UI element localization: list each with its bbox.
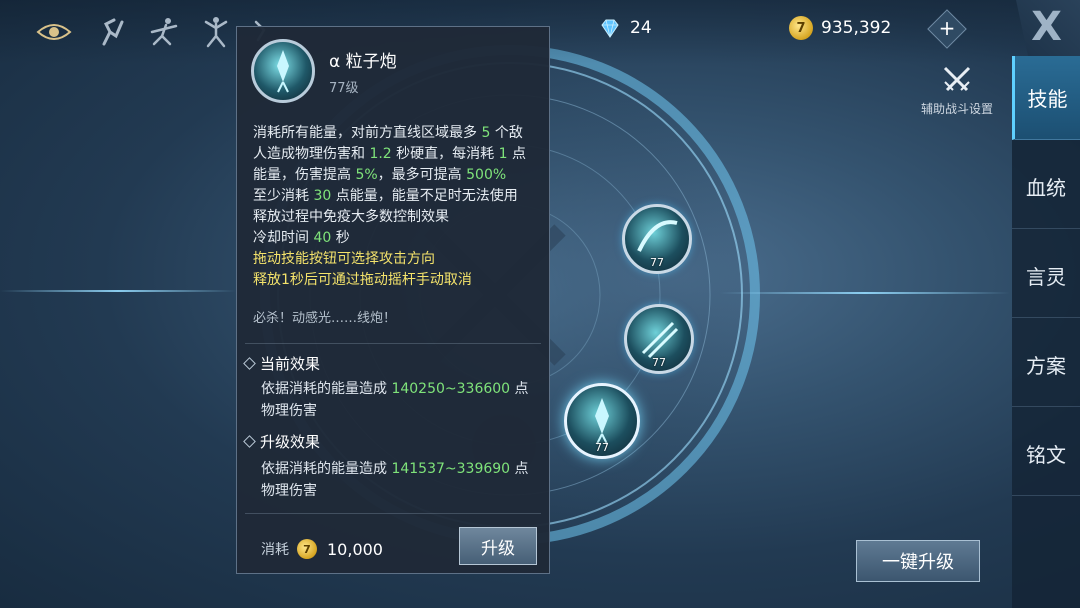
skill-orb-2[interactable]: 77 (624, 304, 694, 374)
upgrade-cost: 消耗 7 10,000 (261, 539, 383, 559)
gold-coin-icon: 7 (789, 16, 813, 40)
skill-level-label: 77级 (329, 81, 359, 96)
light-streak-left (0, 290, 236, 292)
current-effect-body: 依据消耗的能量造成 140250~336600 点 物理伤害 (261, 381, 529, 419)
divider (245, 343, 541, 344)
gem-counter: 24 (598, 16, 652, 40)
cost-value: 10,000 (327, 539, 383, 559)
eye-icon[interactable] (34, 14, 74, 50)
assist-combat-settings-label: 辅助战斗设置 (920, 102, 993, 116)
light-streak-right (720, 292, 1010, 294)
gold-coin-icon: 7 (297, 539, 317, 559)
divider (245, 513, 541, 514)
skill-level: 77 (595, 441, 609, 454)
close-button[interactable]: X (1016, 0, 1080, 56)
upgrade-effect-body: 依据消耗的能量造成 141537~339690 点 物理伤害 (261, 461, 529, 499)
skill-name: α 粒子炮 (329, 52, 397, 72)
add-currency-button[interactable]: + (927, 9, 967, 49)
coin-amount: 935,392 (821, 18, 892, 38)
skill-orb-alpha-cannon-selected[interactable]: 77 (564, 383, 640, 459)
coin-counter: 7 935,392 (789, 16, 891, 40)
upgrade-effect-title: 升级效果 (243, 431, 320, 452)
tab-label: 方案 (1026, 354, 1066, 378)
skill-orb-1[interactable]: 77 (622, 204, 692, 274)
dancer-icon[interactable] (144, 14, 184, 50)
tab-skills[interactable]: 技能 (1012, 56, 1080, 140)
plus-icon: + (938, 16, 956, 40)
skill-level: 77 (650, 256, 664, 269)
tab-bloodline[interactable]: 血统 (1012, 145, 1080, 229)
skill-header: α 粒子炮 77级 (237, 27, 549, 111)
skill-level: 77 (652, 356, 666, 369)
assist-combat-settings-button[interactable]: 辅助战斗设置 (910, 64, 1004, 117)
ballet-icon[interactable] (196, 14, 236, 50)
particle-cannon-icon (251, 39, 315, 103)
tab-label: 血统 (1026, 176, 1066, 200)
skill-flavor-text: 必杀！动感光……线炮！ (253, 311, 397, 326)
upgrade-button[interactable]: 升级 (459, 527, 537, 565)
skill-detail-panel: α 粒子炮 77级 消耗所有能量，对前方直线区域最多 5 个敌 人造成物理伤害和… (236, 26, 550, 574)
cost-label: 消耗 (261, 542, 289, 558)
tab-inscription[interactable]: 铭文 (1012, 412, 1080, 496)
skill-description: 消耗所有能量，对前方直线区域最多 5 个敌 人造成物理伤害和 1.2 秒硬直，每… (253, 125, 526, 288)
diamond-bullet-icon (243, 357, 256, 370)
diamond-bullet-icon (243, 435, 256, 448)
close-icon: X (1031, 4, 1062, 50)
right-tab-bar: 技能 血统 言灵 方案 铭文 (1012, 56, 1080, 608)
tab-label: 言灵 (1026, 265, 1066, 289)
upgrade-all-button[interactable]: 一键升级 (856, 540, 980, 582)
crossed-swords-icon (943, 66, 971, 92)
gem-amount: 24 (630, 18, 652, 38)
tab-label: 铭文 (1026, 443, 1066, 467)
diamond-icon (601, 19, 619, 38)
runner-icon[interactable] (92, 14, 132, 50)
tab-spirit-words[interactable]: 言灵 (1012, 234, 1080, 318)
tab-label: 技能 (1027, 87, 1068, 111)
tab-plan[interactable]: 方案 (1012, 323, 1080, 407)
current-effect-title: 当前效果 (243, 353, 320, 374)
